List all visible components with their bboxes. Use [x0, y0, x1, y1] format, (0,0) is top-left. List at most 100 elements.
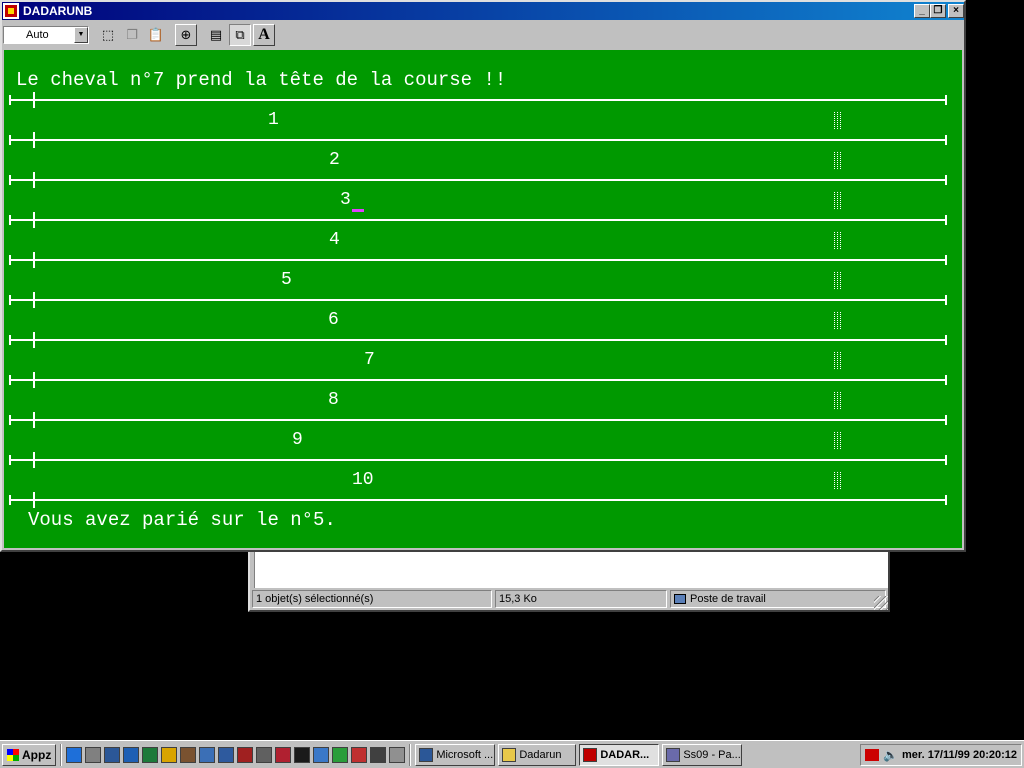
finish-line-dot — [834, 474, 835, 475]
finish-line-dot — [834, 318, 835, 319]
finish-line-dot — [840, 242, 841, 243]
finish-line-dot — [834, 356, 835, 357]
finish-line-dot — [840, 152, 841, 153]
title-bar[interactable]: DADARUNB _ ❐ × — [2, 2, 964, 20]
finish-line-dot — [834, 204, 835, 205]
finish-line-dot — [840, 486, 841, 487]
maximize-button[interactable]: ❐ — [930, 4, 946, 18]
plane-icon[interactable] — [218, 746, 235, 763]
ie-icon[interactable] — [66, 746, 83, 763]
paint-icon[interactable] — [275, 746, 292, 763]
finish-line-dot — [840, 444, 841, 445]
finish-line-dot — [840, 408, 841, 409]
finish-line-dot — [840, 402, 841, 403]
bank-icon[interactable] — [180, 746, 197, 763]
horse-number: 4 — [329, 230, 340, 250]
paste-button[interactable]: 📋 — [145, 24, 167, 46]
finish-line-dot — [837, 202, 838, 203]
finish-line-dot — [837, 432, 838, 433]
finish-line-dot — [837, 364, 838, 365]
finish-line-dot — [837, 356, 838, 357]
finish-line-dot — [840, 122, 841, 123]
finish-line-dot — [834, 248, 835, 249]
explorer-file-list[interactable] — [254, 550, 888, 588]
finish-line-dot — [834, 438, 835, 439]
background-icon: ⧉ — [235, 27, 245, 43]
toolbar: Auto ▼ ⬚ ❐ 📋 ⊕ ▤ ⧉ A — [2, 22, 964, 48]
finish-line-dot — [840, 156, 841, 157]
game-icon[interactable] — [237, 746, 254, 763]
finish-line-dot — [840, 208, 841, 209]
chevron-down-icon[interactable]: ▼ — [74, 27, 88, 43]
font-size-select[interactable]: Auto ▼ — [3, 26, 89, 44]
finish-line-dot — [840, 202, 841, 203]
finish-line-dot — [837, 446, 838, 447]
word-icon[interactable] — [123, 746, 140, 763]
font-button[interactable]: A — [253, 24, 275, 46]
globe-icon[interactable] — [332, 746, 349, 763]
finish-line-dot — [840, 286, 841, 287]
task-button[interactable]: Dadarun — [498, 743, 577, 766]
finish-line-dot — [837, 448, 838, 449]
finish-line-dot — [840, 236, 841, 237]
mark-icon: ⬚ — [101, 27, 115, 43]
shield-icon[interactable] — [370, 746, 387, 763]
finish-line-dot — [837, 358, 838, 359]
finish-line-dot — [834, 116, 835, 117]
app-icon[interactable] — [3, 3, 19, 19]
finish-line-dot — [837, 280, 838, 281]
finish-line-dot — [834, 406, 835, 407]
finish-line-dot — [837, 440, 838, 441]
finish-line-dot — [837, 472, 838, 473]
task-button[interactable]: Ss09 - Pa... — [662, 743, 743, 766]
finish-line-dot — [837, 198, 838, 199]
finish-line-dot — [834, 440, 835, 441]
finish-line-dot — [840, 488, 841, 489]
pen-icon[interactable] — [389, 746, 406, 763]
finish-line-dot — [837, 272, 838, 273]
finish-line-dot — [834, 394, 835, 395]
volume-icon[interactable]: 🔈 — [883, 748, 898, 762]
finish-line-dot — [837, 442, 838, 443]
notepad-icon[interactable] — [199, 746, 216, 763]
text-cursor — [352, 209, 364, 212]
clock[interactable]: mer. 17/11/99 20:20:12 — [902, 749, 1017, 761]
task-button[interactable]: DADAR... — [579, 743, 660, 766]
computer-icon — [674, 594, 686, 604]
finish-line-dot — [837, 362, 838, 363]
finish-line-dot — [840, 118, 841, 119]
desktop-icon[interactable] — [85, 746, 102, 763]
excel-icon[interactable] — [142, 746, 159, 763]
finish-line-dot — [837, 248, 838, 249]
flag-icon[interactable] — [351, 746, 368, 763]
resize-grip[interactable] — [874, 596, 888, 610]
mark-button[interactable]: ⬚ — [97, 24, 119, 46]
finish-line-dot — [834, 198, 835, 199]
copy-icon: ❐ — [126, 27, 138, 43]
properties-icon: ▤ — [209, 27, 223, 43]
finish-line-dot — [837, 232, 838, 233]
app-icon[interactable] — [294, 746, 311, 763]
fullscreen-button[interactable]: ⊕ — [175, 24, 197, 46]
finish-line-dot — [834, 354, 835, 355]
finish-line-dot — [837, 488, 838, 489]
background-button[interactable]: ⧉ — [229, 24, 251, 46]
task-button[interactable]: Microsoft ... — [415, 743, 496, 766]
copy-button[interactable]: ❐ — [121, 24, 143, 46]
console-screen[interactable]: Le cheval n°7 prend la tête de la course… — [4, 50, 962, 548]
finish-line-dot — [837, 114, 838, 115]
close-button[interactable]: × — [948, 4, 964, 18]
ati-icon[interactable] — [865, 748, 880, 761]
start-button[interactable]: Appz — [2, 743, 57, 766]
horse-number: 3 — [340, 190, 351, 210]
finish-line-dot — [837, 476, 838, 477]
eraser-icon[interactable] — [256, 746, 273, 763]
status-file-size: 15,3 Ko — [495, 590, 667, 608]
properties-button[interactable]: ▤ — [205, 24, 227, 46]
key-icon[interactable] — [161, 746, 178, 763]
script-icon[interactable] — [104, 746, 121, 763]
finish-line-dot — [840, 314, 841, 315]
finish-line-dot — [834, 288, 835, 289]
network-icon[interactable] — [313, 746, 330, 763]
minimize-button[interactable]: _ — [914, 4, 930, 18]
